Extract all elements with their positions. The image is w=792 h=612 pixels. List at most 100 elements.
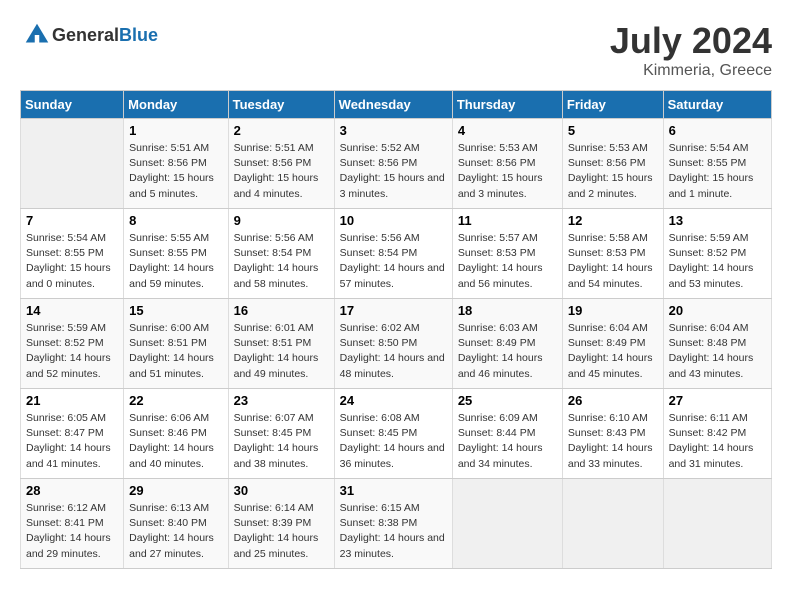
- day-cell: 30 Sunrise: 6:14 AMSunset: 8:39 PMDayligh…: [228, 479, 334, 569]
- day-cell: 20Sunrise: 6:04 AMSunset: 8:48 PMDayligh…: [663, 299, 771, 389]
- day-cell: 3Sunrise: 5:52 AMSunset: 8:56 PMDaylight…: [334, 119, 452, 209]
- day-number: 5: [568, 123, 658, 138]
- day-cell: 7 Sunrise: 5:54 AMSunset: 8:55 PMDaylight…: [21, 209, 124, 299]
- day-number: 2: [234, 123, 329, 138]
- day-cell: 13Sunrise: 5:59 AMSunset: 8:52 PMDayligh…: [663, 209, 771, 299]
- calendar-table: Sunday Monday Tuesday Wednesday Thursday…: [20, 90, 772, 569]
- day-cell: [21, 119, 124, 209]
- day-info: Sunrise: 5:59 AMSunset: 8:52 PMDaylight:…: [669, 231, 766, 292]
- day-number: 24: [340, 393, 447, 408]
- day-number: 30: [234, 483, 329, 498]
- day-number: 10: [340, 213, 447, 228]
- day-cell: 24 Sunrise: 6:08 AMSunset: 8:45 PMDayligh…: [334, 389, 452, 479]
- calendar-header: Sunday Monday Tuesday Wednesday Thursday…: [21, 91, 772, 119]
- day-cell: 1Sunrise: 5:51 AMSunset: 8:56 PMDaylight…: [124, 119, 228, 209]
- day-cell: 16 Sunrise: 6:01 AMSunset: 8:51 PMDayligh…: [228, 299, 334, 389]
- day-info: Sunrise: 6:02 AMSunset: 8:50 PMDaylight:…: [340, 321, 447, 382]
- day-info: Sunrise: 6:03 AMSunset: 8:49 PMDaylight:…: [458, 321, 557, 382]
- calendar-body: 1Sunrise: 5:51 AMSunset: 8:56 PMDaylight…: [21, 119, 772, 569]
- day-info: Sunrise: 6:06 AMSunset: 8:46 PMDaylight:…: [129, 411, 222, 472]
- day-info: Sunrise: 6:08 AMSunset: 8:45 PMDaylight:…: [340, 411, 447, 472]
- day-number: 23: [234, 393, 329, 408]
- day-cell: 18 Sunrise: 6:03 AMSunset: 8:49 PMDayligh…: [452, 299, 562, 389]
- day-cell: 15 Sunrise: 6:00 AMSunset: 8:51 PMDayligh…: [124, 299, 228, 389]
- page-header: GeneralBlue July 2024 Kimmeria, Greece: [20, 20, 772, 80]
- day-cell: [663, 479, 771, 569]
- week-row-5: 28 Sunrise: 6:12 AMSunset: 8:41 PMDayligh…: [21, 479, 772, 569]
- day-cell: 10 Sunrise: 5:56 AMSunset: 8:54 PMDayligh…: [334, 209, 452, 299]
- day-cell: 9Sunrise: 5:56 AMSunset: 8:54 PMDaylight…: [228, 209, 334, 299]
- day-number: 21: [26, 393, 118, 408]
- day-info: Sunrise: 6:05 AMSunset: 8:47 PMDaylight:…: [26, 411, 118, 472]
- day-cell: 8 Sunrise: 5:55 AMSunset: 8:55 PMDaylight…: [124, 209, 228, 299]
- col-thursday: Thursday: [452, 91, 562, 119]
- logo: GeneralBlue: [20, 20, 158, 50]
- week-row-3: 14 Sunrise: 5:59 AMSunset: 8:52 PMDayligh…: [21, 299, 772, 389]
- day-cell: [562, 479, 663, 569]
- day-cell: 23Sunrise: 6:07 AMSunset: 8:45 PMDayligh…: [228, 389, 334, 479]
- calendar-location: Kimmeria, Greece: [610, 62, 772, 80]
- day-number: 7: [26, 213, 118, 228]
- day-info: Sunrise: 6:12 AMSunset: 8:41 PMDaylight:…: [26, 501, 118, 562]
- day-cell: 31 Sunrise: 6:15 AMSunset: 8:38 PMDayligh…: [334, 479, 452, 569]
- col-friday: Friday: [562, 91, 663, 119]
- day-info: Sunrise: 5:51 AMSunset: 8:56 PMDaylight:…: [234, 141, 329, 202]
- day-number: 22: [129, 393, 222, 408]
- day-info: Sunrise: 6:01 AMSunset: 8:51 PMDaylight:…: [234, 321, 329, 382]
- day-number: 20: [669, 303, 766, 318]
- week-row-4: 21 Sunrise: 6:05 AMSunset: 8:47 PMDayligh…: [21, 389, 772, 479]
- day-number: 14: [26, 303, 118, 318]
- day-number: 6: [669, 123, 766, 138]
- day-info: Sunrise: 5:53 AMSunset: 8:56 PMDaylight:…: [458, 141, 557, 202]
- day-cell: [452, 479, 562, 569]
- day-number: 15: [129, 303, 222, 318]
- day-number: 31: [340, 483, 447, 498]
- day-cell: 17 Sunrise: 6:02 AMSunset: 8:50 PMDayligh…: [334, 299, 452, 389]
- day-number: 27: [669, 393, 766, 408]
- day-info: Sunrise: 5:55 AMSunset: 8:55 PMDaylight:…: [129, 231, 222, 292]
- day-number: 28: [26, 483, 118, 498]
- day-info: Sunrise: 5:56 AMSunset: 8:54 PMDaylight:…: [340, 231, 447, 292]
- day-cell: 19Sunrise: 6:04 AMSunset: 8:49 PMDayligh…: [562, 299, 663, 389]
- day-info: Sunrise: 5:54 AMSunset: 8:55 PMDaylight:…: [669, 141, 766, 202]
- day-info: Sunrise: 6:14 AMSunset: 8:39 PMDaylight:…: [234, 501, 329, 562]
- day-cell: 27 Sunrise: 6:11 AMSunset: 8:42 PMDayligh…: [663, 389, 771, 479]
- calendar-title: July 2024: [610, 20, 772, 62]
- day-number: 3: [340, 123, 447, 138]
- day-info: Sunrise: 5:54 AMSunset: 8:55 PMDaylight:…: [26, 231, 118, 292]
- week-row-1: 1Sunrise: 5:51 AMSunset: 8:56 PMDaylight…: [21, 119, 772, 209]
- day-cell: 12Sunrise: 5:58 AMSunset: 8:53 PMDayligh…: [562, 209, 663, 299]
- day-cell: 2 Sunrise: 5:51 AMSunset: 8:56 PMDaylight…: [228, 119, 334, 209]
- title-block: July 2024 Kimmeria, Greece: [610, 20, 772, 80]
- day-cell: 22 Sunrise: 6:06 AMSunset: 8:46 PMDayligh…: [124, 389, 228, 479]
- day-info: Sunrise: 6:09 AMSunset: 8:44 PMDaylight:…: [458, 411, 557, 472]
- day-number: 25: [458, 393, 557, 408]
- week-row-2: 7 Sunrise: 5:54 AMSunset: 8:55 PMDaylight…: [21, 209, 772, 299]
- day-info: Sunrise: 6:13 AMSunset: 8:40 PMDaylight:…: [129, 501, 222, 562]
- days-of-week-row: Sunday Monday Tuesday Wednesday Thursday…: [21, 91, 772, 119]
- col-wednesday: Wednesday: [334, 91, 452, 119]
- logo-icon: [22, 20, 52, 50]
- day-info: Sunrise: 6:15 AMSunset: 8:38 PMDaylight:…: [340, 501, 447, 562]
- day-cell: 5Sunrise: 5:53 AMSunset: 8:56 PMDaylight…: [562, 119, 663, 209]
- day-number: 8: [129, 213, 222, 228]
- day-info: Sunrise: 5:51 AMSunset: 8:56 PMDaylight:…: [129, 141, 222, 202]
- day-cell: 11Sunrise: 5:57 AMSunset: 8:53 PMDayligh…: [452, 209, 562, 299]
- day-cell: 21 Sunrise: 6:05 AMSunset: 8:47 PMDayligh…: [21, 389, 124, 479]
- day-number: 4: [458, 123, 557, 138]
- day-cell: 25 Sunrise: 6:09 AMSunset: 8:44 PMDayligh…: [452, 389, 562, 479]
- day-number: 17: [340, 303, 447, 318]
- day-info: Sunrise: 6:00 AMSunset: 8:51 PMDaylight:…: [129, 321, 222, 382]
- day-number: 26: [568, 393, 658, 408]
- day-cell: 4 Sunrise: 5:53 AMSunset: 8:56 PMDaylight…: [452, 119, 562, 209]
- logo-general: General: [52, 25, 119, 45]
- day-info: Sunrise: 6:10 AMSunset: 8:43 PMDaylight:…: [568, 411, 658, 472]
- day-number: 16: [234, 303, 329, 318]
- day-cell: 28 Sunrise: 6:12 AMSunset: 8:41 PMDayligh…: [21, 479, 124, 569]
- day-cell: 26 Sunrise: 6:10 AMSunset: 8:43 PMDayligh…: [562, 389, 663, 479]
- col-saturday: Saturday: [663, 91, 771, 119]
- day-info: Sunrise: 6:11 AMSunset: 8:42 PMDaylight:…: [669, 411, 766, 472]
- day-info: Sunrise: 5:58 AMSunset: 8:53 PMDaylight:…: [568, 231, 658, 292]
- day-number: 18: [458, 303, 557, 318]
- day-info: Sunrise: 5:59 AMSunset: 8:52 PMDaylight:…: [26, 321, 118, 382]
